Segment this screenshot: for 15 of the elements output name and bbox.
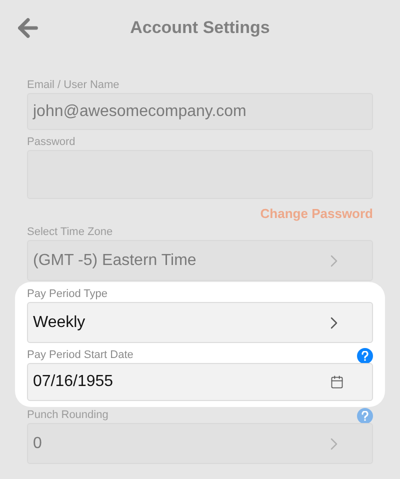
input-field[interactable]: john@awesomecompany.com xyxy=(27,93,373,130)
date-field[interactable]: 07/16/1955 xyxy=(27,363,373,401)
field-label: Select Time Zone xyxy=(27,226,113,239)
page-title: Account Settings xyxy=(130,17,270,40)
help-icon[interactable] xyxy=(357,348,373,364)
field-label: Email / User Name xyxy=(27,79,120,92)
field-label: Password xyxy=(27,136,76,149)
field-label: Punch Rounding xyxy=(27,409,108,422)
field-label: Pay Period Type xyxy=(27,288,108,301)
select-field[interactable]: 0 xyxy=(27,423,373,464)
calendar-icon xyxy=(330,375,344,389)
select-field[interactable]: (GMT -5) Eastern Time xyxy=(27,240,373,281)
select-field[interactable]: Weekly xyxy=(27,302,373,343)
help-icon[interactable] xyxy=(357,408,373,424)
field-label: Pay Period Start Date xyxy=(27,349,134,362)
